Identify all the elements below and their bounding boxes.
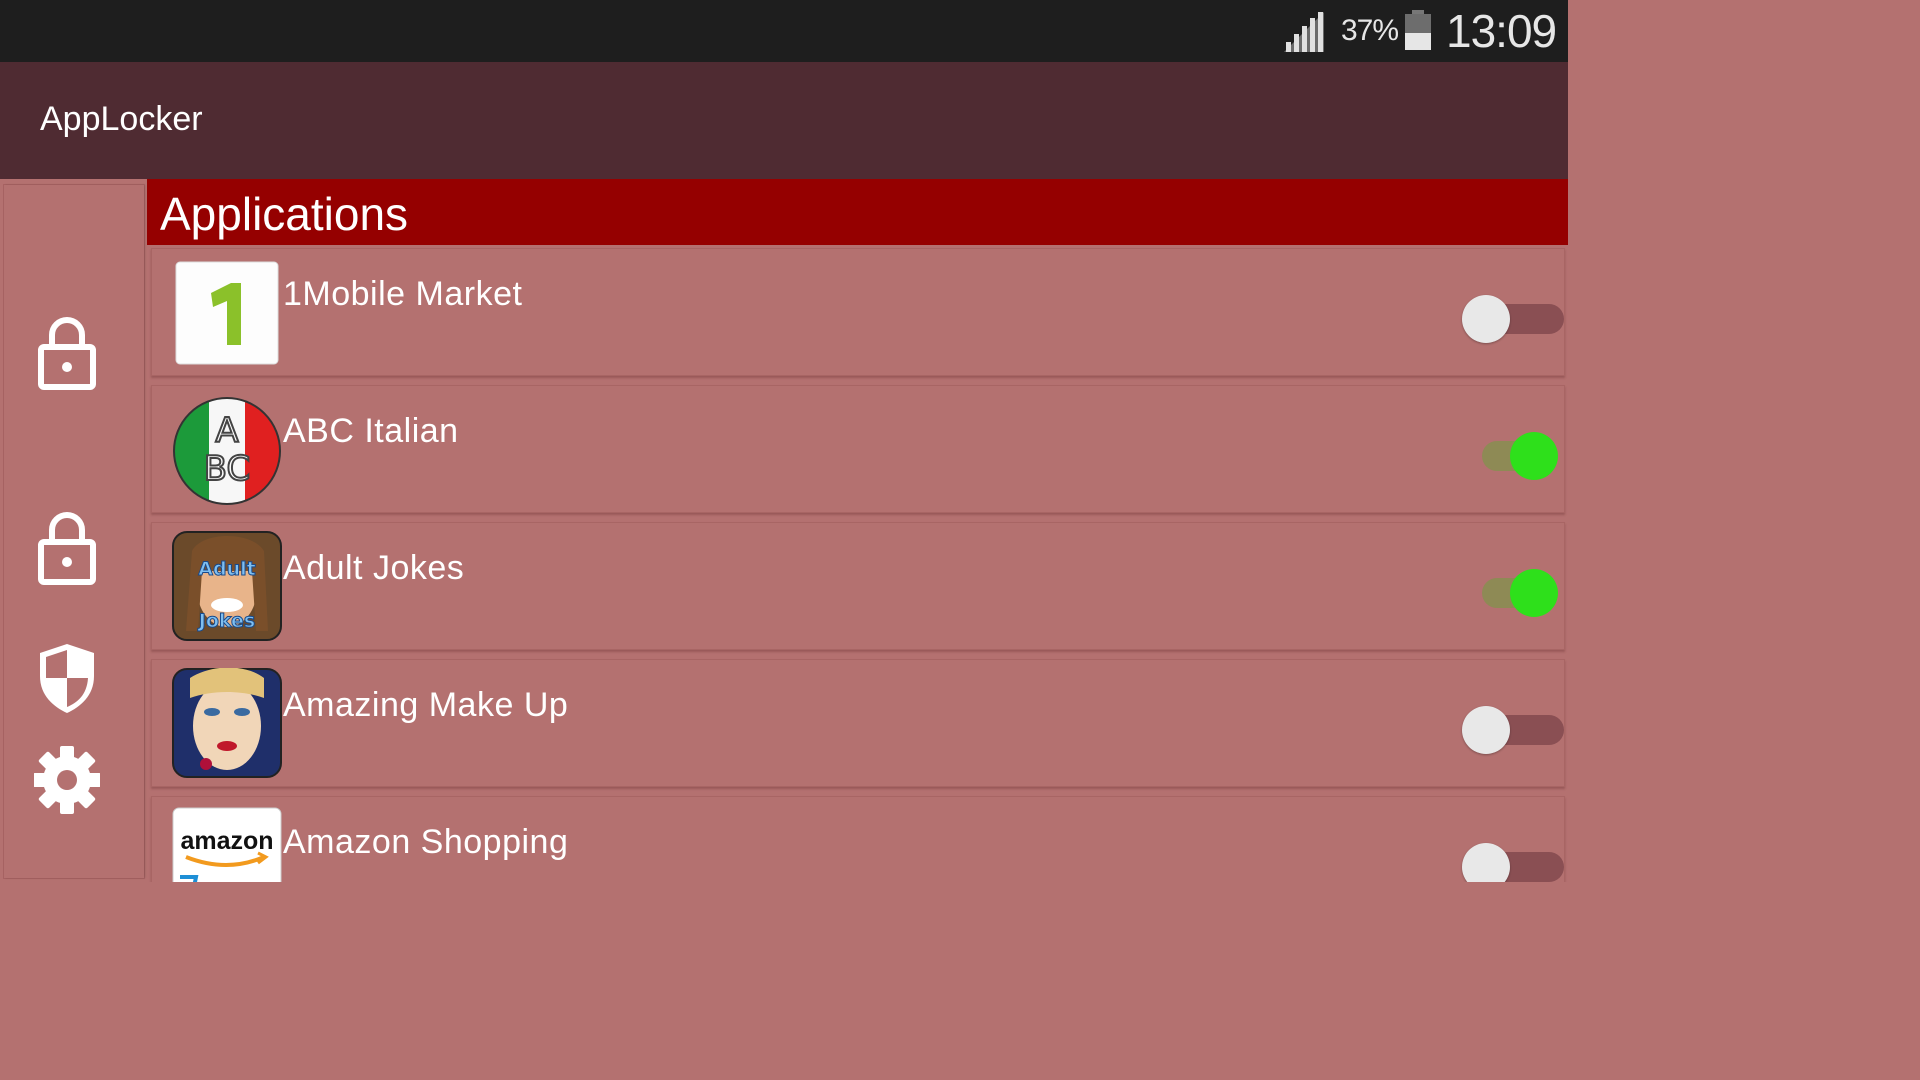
toggle-thumb xyxy=(1510,432,1558,480)
toggle-thumb xyxy=(1510,569,1558,617)
list-item-1mobile-market[interactable]: 1Mobile Market xyxy=(151,248,1565,376)
lock-toggle[interactable] xyxy=(1482,430,1562,480)
abc-italian-icon: A BC xyxy=(173,397,281,505)
battery-icon xyxy=(1405,10,1431,50)
list-item-abc-italian[interactable]: A BC ABC Italian xyxy=(151,385,1565,513)
svg-text:BC: BC xyxy=(204,449,250,489)
adult-jokes-icon: Adult Jokes xyxy=(172,531,282,641)
toggle-thumb xyxy=(1462,706,1510,754)
padlock-closed-icon xyxy=(38,512,96,585)
shield-icon xyxy=(40,644,94,713)
lock-toggle[interactable] xyxy=(1462,704,1564,754)
amazon-shopping-icon: amazon xyxy=(172,807,282,882)
lock-toggle[interactable] xyxy=(1482,567,1562,617)
toggle-thumb xyxy=(1462,843,1510,882)
svg-text:A: A xyxy=(215,411,238,451)
clock: 13:09 xyxy=(1446,5,1557,57)
list-item-amazing-make-up[interactable]: Amazing Make Up xyxy=(151,659,1565,787)
lock-toggle[interactable] xyxy=(1462,293,1564,343)
padlock-closed-icon xyxy=(38,317,96,390)
icon-text-adult: Adult xyxy=(198,558,255,580)
app-name: Amazon Shopping xyxy=(283,823,569,861)
gear-icon xyxy=(33,746,101,814)
toggle-thumb xyxy=(1462,295,1510,343)
app-bar: AppLocker xyxy=(0,62,1568,179)
app-list: 1Mobile Market A BC ABC Italian Adult Jo… xyxy=(147,245,1568,882)
section-title: Applications xyxy=(160,188,409,240)
list-item-adult-jokes[interactable]: Adult Jokes Adult Jokes xyxy=(151,522,1565,650)
section-header: Applications xyxy=(147,179,1568,245)
app-name: Adult Jokes xyxy=(283,549,465,587)
status-bar: 37% 13:09 xyxy=(0,0,1568,62)
icon-text-jokes: Jokes xyxy=(197,610,255,632)
app-title: AppLocker xyxy=(40,100,203,138)
sidebar-item-protection[interactable] xyxy=(34,640,100,716)
app-name: 1Mobile Market xyxy=(283,275,523,313)
sidebar-item-locked-apps[interactable] xyxy=(34,315,100,391)
list-item-amazon-shopping[interactable]: amazon Amazon Shopping xyxy=(151,796,1565,882)
sidebar-item-settings[interactable] xyxy=(33,742,101,818)
sidebar-item-unlocked-apps[interactable] xyxy=(34,510,100,586)
sidebar xyxy=(4,185,144,878)
lock-toggle[interactable] xyxy=(1462,841,1564,882)
icon-text-amazon: amazon xyxy=(180,827,273,855)
app-name: Amazing Make Up xyxy=(283,686,569,724)
amazing-make-up-icon xyxy=(172,668,282,778)
signal-bars-icon xyxy=(1284,12,1324,52)
app-name: ABC Italian xyxy=(283,412,459,450)
battery-percent: 37% xyxy=(1341,14,1399,47)
1mobile-market-icon xyxy=(175,261,279,365)
